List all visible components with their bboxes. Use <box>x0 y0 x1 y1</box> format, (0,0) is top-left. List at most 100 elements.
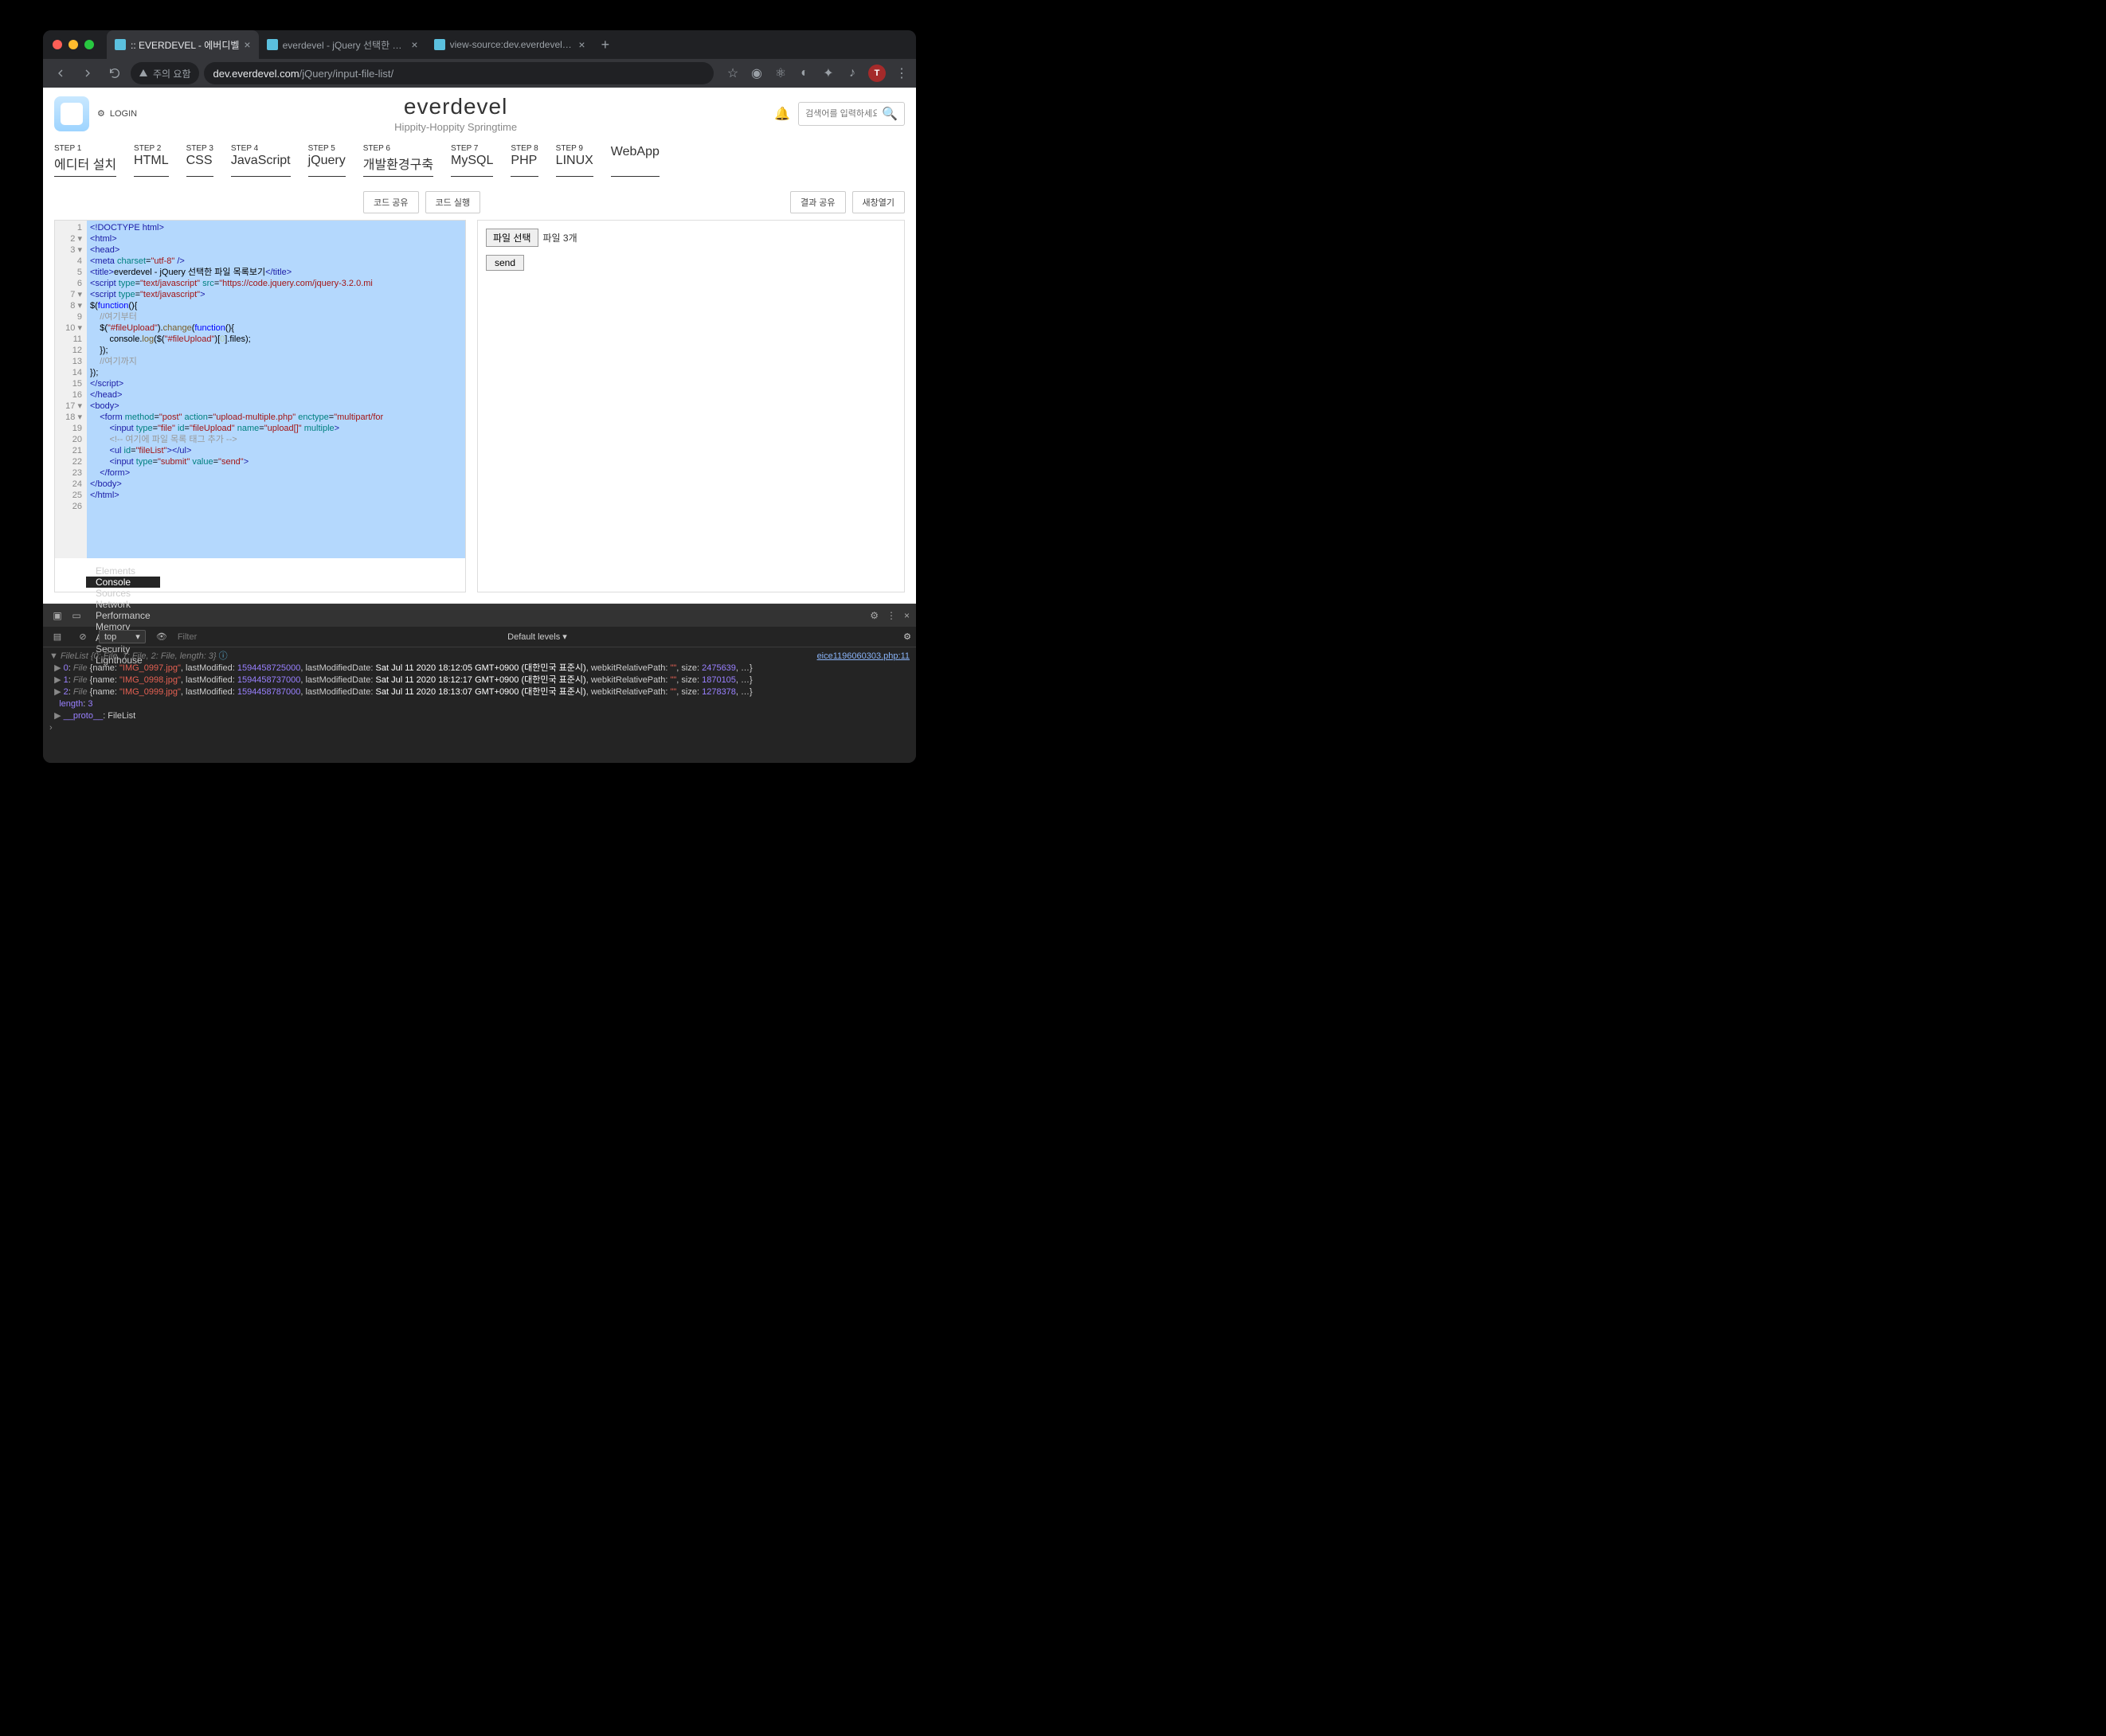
step-2[interactable]: STEP 2HTML <box>134 144 169 177</box>
tab-close-icon[interactable]: × <box>578 38 585 51</box>
devtools-close-icon[interactable]: × <box>904 610 910 621</box>
devtools-tab-elements[interactable]: Elements <box>86 565 160 577</box>
run-code-button[interactable]: 코드 실행 <box>425 191 481 213</box>
step-label: 개발환경구축 <box>363 154 433 173</box>
step-label: WebApp <box>611 145 660 159</box>
devtools-tab-console[interactable]: Console <box>86 577 160 588</box>
console-filter-input[interactable] <box>178 632 337 642</box>
console-toolbar: ▤ ⊘ top▾ 👁 Default levels ▾ ⚙ <box>43 627 916 647</box>
result-pane: 파일 선택 파일 3개 send <box>477 220 905 592</box>
extension-icon[interactable]: ◐ <box>797 65 812 81</box>
devtools-tabs: ▣ ▭ ElementsConsoleSourcesNetworkPerform… <box>43 604 916 627</box>
devtools-panel: ▣ ▭ ElementsConsoleSourcesNetworkPerform… <box>43 604 916 763</box>
tab-close-icon[interactable]: × <box>411 38 417 51</box>
forward-button[interactable] <box>76 62 99 84</box>
header-right: 🔔 🔍 <box>774 102 905 126</box>
devtools-tab-performance[interactable]: Performance <box>86 610 160 621</box>
step-num: STEP 3 <box>186 144 213 153</box>
puzzle-icon[interactable]: ✦ <box>820 65 836 81</box>
execution-context-select[interactable]: top▾ <box>99 630 146 643</box>
react-devtools-icon[interactable]: ⚛ <box>773 65 789 81</box>
tab-title: everdevel - jQuery 선택한 파일 목 <box>283 38 407 52</box>
brand-title: everdevel <box>137 94 774 119</box>
tab-title: view-source:dev.everdevel.com <box>450 39 574 50</box>
step-num: STEP 5 <box>308 144 346 153</box>
console-settings-icon[interactable]: ⚙ <box>903 631 911 642</box>
step-label: PHP <box>511 154 538 168</box>
music-icon[interactable]: ♪ <box>844 65 860 81</box>
share-code-button[interactable]: 코드 공유 <box>363 191 419 213</box>
source-link[interactable]: eice1196060303.php:11 <box>817 651 910 663</box>
search-box[interactable]: 🔍 <box>798 102 905 126</box>
step-label: 에디터 설치 <box>54 154 116 173</box>
devtools-menu-icon[interactable]: ⋮ <box>887 610 896 621</box>
window-close[interactable] <box>53 40 62 49</box>
code-content[interactable]: <!DOCTYPE html><html><head><meta charset… <box>87 221 465 558</box>
gear-icon: ⚙ <box>97 108 105 119</box>
send-button[interactable]: send <box>486 255 524 271</box>
console-sidebar-icon[interactable]: ▤ <box>48 631 67 642</box>
address-bar: 주의 요함 dev.everdevel.com/jQuery/input-fil… <box>43 59 916 88</box>
step-1[interactable]: STEP 1에디터 설치 <box>54 144 116 177</box>
step-label: CSS <box>186 154 213 168</box>
camera-icon[interactable]: ◉ <box>749 65 765 81</box>
step-label: LINUX <box>556 154 593 168</box>
step-10[interactable]: WebApp <box>611 144 660 177</box>
element-picker-icon[interactable]: ▣ <box>48 610 67 621</box>
bell-icon[interactable]: 🔔 <box>774 106 790 122</box>
search-input[interactable] <box>805 109 877 119</box>
favicon-icon <box>115 39 126 50</box>
device-toggle-icon[interactable]: ▭ <box>67 610 86 621</box>
star-icon[interactable]: ☆ <box>725 65 741 81</box>
tab-close-icon[interactable]: × <box>244 38 250 51</box>
code-editor[interactable]: 12 ▾3 ▾4567 ▾8 ▾910 ▾11121314151617 ▾18 … <box>54 220 466 592</box>
tabs-row: :: EVERDEVEL - 에버디벨 × everdevel - jQuery… <box>107 30 906 59</box>
share-result-button[interactable]: 결과 공유 <box>790 191 846 213</box>
window-maximize[interactable] <box>84 40 94 49</box>
console-output[interactable]: eice1196060303.php:11▼ FileList {0: File… <box>43 647 916 763</box>
traffic-lights <box>53 40 94 49</box>
brand-subtitle: Hippity-Hoppity Springtime <box>137 121 774 133</box>
open-new-window-button[interactable]: 새창열기 <box>852 191 905 213</box>
step-label: MySQL <box>451 154 493 168</box>
url-field[interactable]: dev.everdevel.com/jQuery/input-file-list… <box>204 62 714 84</box>
live-expression-icon[interactable]: 👁 <box>152 631 171 642</box>
profile-avatar[interactable]: T <box>868 65 886 82</box>
new-tab-button[interactable]: + <box>593 37 618 53</box>
site-logo[interactable] <box>54 96 89 131</box>
window-minimize[interactable] <box>69 40 78 49</box>
login-label: LOGIN <box>110 109 137 119</box>
step-label: JavaScript <box>231 154 291 168</box>
reload-button[interactable] <box>104 62 126 84</box>
tab-3[interactable]: view-source:dev.everdevel.com × <box>426 30 593 59</box>
tab-2[interactable]: everdevel - jQuery 선택한 파일 목 × <box>259 30 426 59</box>
devtools-tab-network[interactable]: Network <box>86 599 160 610</box>
step-5[interactable]: STEP 5jQuery <box>308 144 346 177</box>
line-gutter: 12 ▾3 ▾4567 ▾8 ▾910 ▾11121314151617 ▾18 … <box>55 221 87 558</box>
log-levels-select[interactable]: Default levels ▾ <box>507 631 567 642</box>
step-3[interactable]: STEP 3CSS <box>186 144 213 177</box>
file-status: 파일 3개 <box>543 231 577 244</box>
step-num: STEP 1 <box>54 144 116 153</box>
step-9[interactable]: STEP 9LINUX <box>556 144 593 177</box>
file-choose-button[interactable]: 파일 선택 <box>486 229 538 247</box>
devtools-tab-sources[interactable]: Sources <box>86 588 160 599</box>
step-7[interactable]: STEP 7MySQL <box>451 144 493 177</box>
panes: 12 ▾3 ▾4567 ▾8 ▾910 ▾11121314151617 ▾18 … <box>43 220 916 604</box>
url-host: dev.everdevel.com <box>213 68 299 80</box>
menu-icon[interactable]: ⋮ <box>894 65 910 81</box>
step-num: STEP 8 <box>511 144 538 153</box>
devtools-settings-icon[interactable]: ⚙ <box>870 610 879 621</box>
tab-1[interactable]: :: EVERDEVEL - 에버디벨 × <box>107 30 259 59</box>
security-chip[interactable]: 주의 요함 <box>131 62 199 84</box>
login-area[interactable]: ⚙ LOGIN <box>97 108 137 119</box>
step-6[interactable]: STEP 6개발환경구축 <box>363 144 433 177</box>
favicon-icon <box>267 39 278 50</box>
back-button[interactable] <box>49 62 72 84</box>
favicon-icon <box>434 39 445 50</box>
step-4[interactable]: STEP 4JavaScript <box>231 144 291 177</box>
page-content: ⚙ LOGIN everdevel Hippity-Hoppity Spring… <box>43 88 916 604</box>
warning-icon <box>139 68 148 78</box>
clear-console-icon[interactable]: ⊘ <box>73 631 92 642</box>
step-8[interactable]: STEP 8PHP <box>511 144 538 177</box>
